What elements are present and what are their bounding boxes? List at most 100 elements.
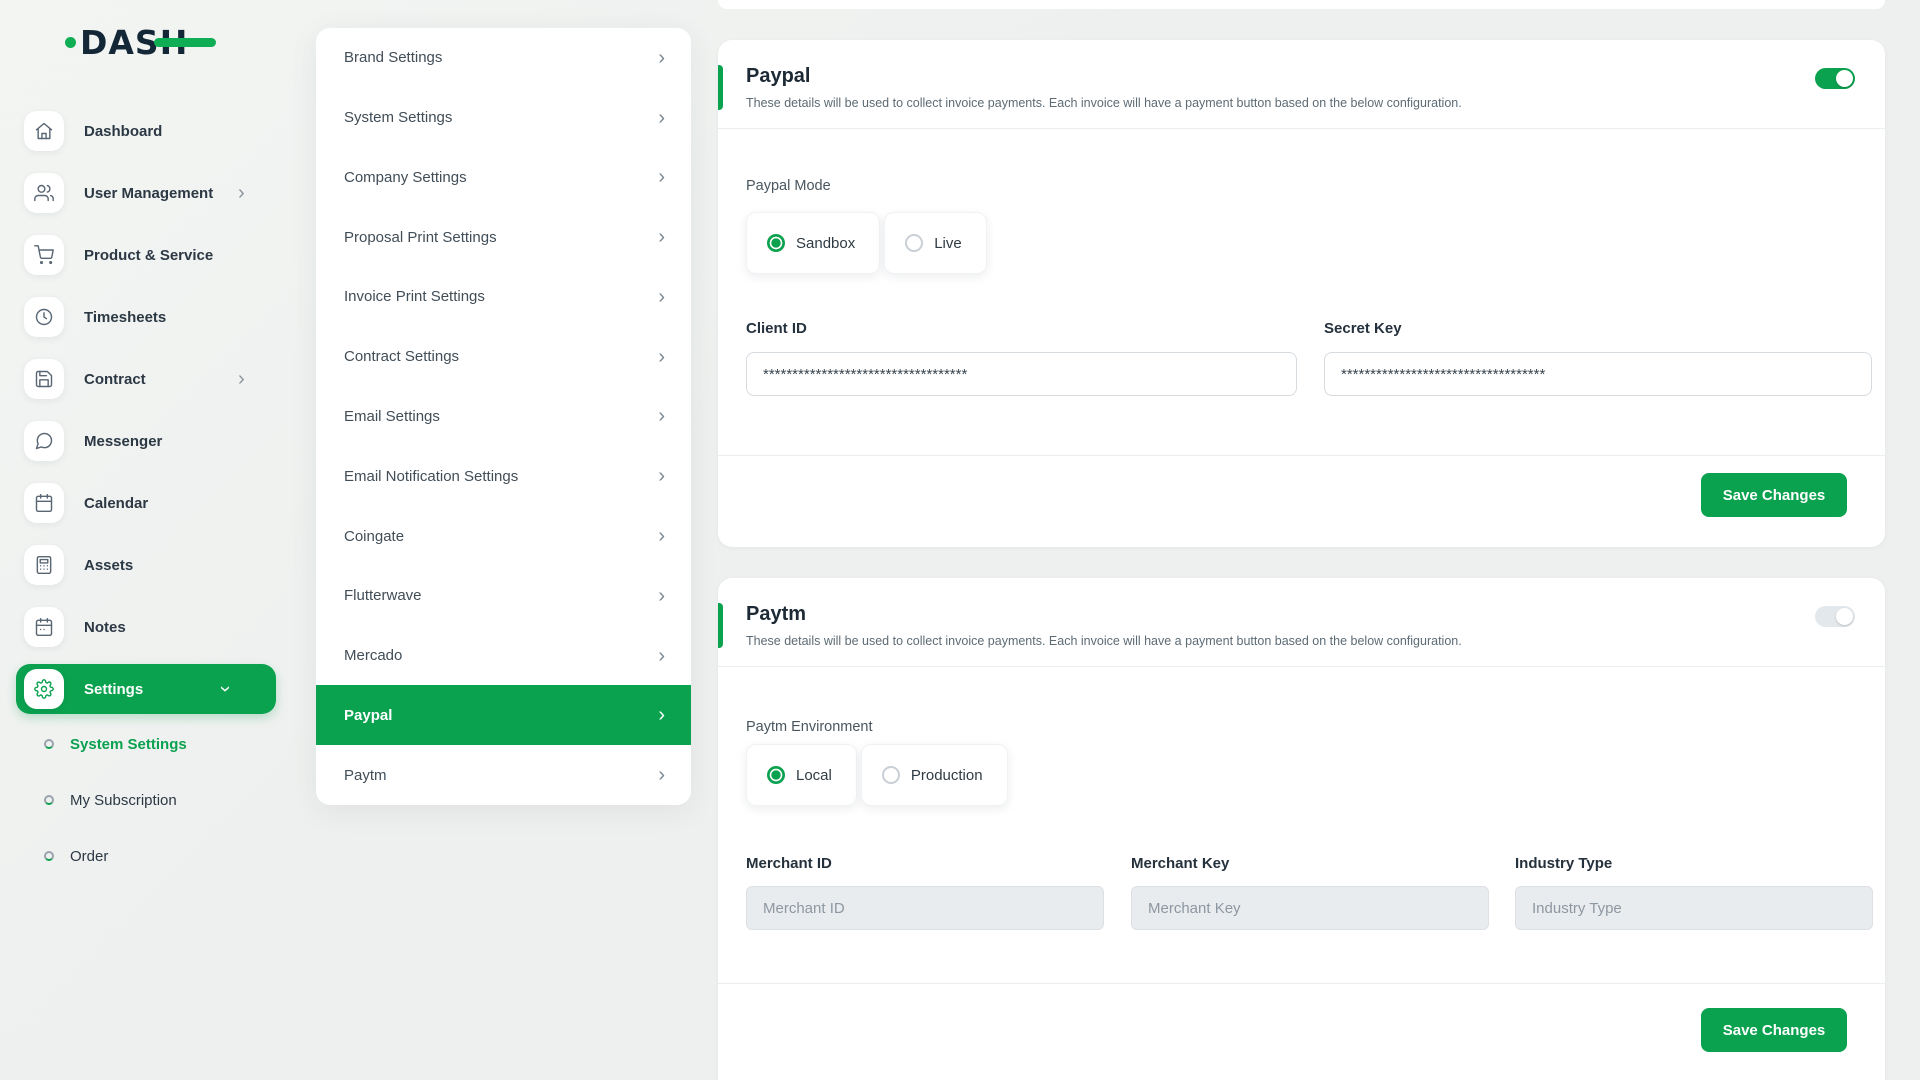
calculator-icon xyxy=(24,545,64,585)
submenu-item-order[interactable]: Order xyxy=(0,828,300,884)
settings-menu-item-mercado[interactable]: Mercado › xyxy=(316,626,691,686)
green-accent-bar xyxy=(718,603,723,648)
settings-menu-item-label: Coingate xyxy=(344,528,404,545)
submenu-item-my-subscription[interactable]: My Subscription xyxy=(0,772,300,828)
paypal-enabled-toggle[interactable] xyxy=(1815,68,1855,89)
chevron-down-icon: › xyxy=(215,686,235,693)
settings-menu-item-brand-settings[interactable]: Brand Settings› xyxy=(316,28,691,88)
settings-submenu: System SettingsMy Subscription Order xyxy=(0,716,300,884)
sidebar-item-label: User Management xyxy=(84,185,213,202)
radio-label: Production xyxy=(911,767,983,784)
sidebar-item-assets[interactable]: Assets xyxy=(0,534,300,596)
industry-type-input[interactable] xyxy=(1515,886,1873,930)
sidebar-item-notes[interactable]: Notes xyxy=(0,596,300,658)
radio-selected-icon xyxy=(767,234,785,252)
paytm-environment-label: Paytm Environment xyxy=(746,719,873,735)
sidebar-item-calendar[interactable]: Calendar xyxy=(0,472,300,534)
bullet-icon xyxy=(44,795,54,805)
submenu-item-label: Order xyxy=(70,848,108,865)
users-icon xyxy=(24,173,64,213)
sidebar-item-contract[interactable]: Contract› xyxy=(0,348,300,410)
paytm-save-button[interactable]: Save Changes xyxy=(1701,1008,1847,1052)
settings-menu-item-company-settings[interactable]: Company Settings› xyxy=(316,148,691,208)
chevron-right-icon: › xyxy=(658,347,665,367)
settings-menu-item-label: Proposal Print Settings xyxy=(344,229,497,246)
settings-menu-item-label: Email Settings xyxy=(344,408,440,425)
sidebar-item-product-service[interactable]: Product & Service xyxy=(0,224,300,286)
settings-menu-item-label: Flutterwave xyxy=(344,587,422,604)
logo-dot xyxy=(65,37,76,48)
paypal-mode-live[interactable]: Live xyxy=(884,212,987,274)
settings-menu-item-invoice-print-settings[interactable]: Invoice Print Settings › xyxy=(316,267,691,327)
divider xyxy=(718,128,1885,129)
toggle-knob xyxy=(1836,70,1853,87)
paypal-description: These details will be used to collect in… xyxy=(746,95,1462,111)
sidebar-item-label: Assets xyxy=(84,557,133,574)
sidebar-item-label: Timesheets xyxy=(84,309,166,326)
settings-menu-item-email-settings[interactable]: Email Settings › xyxy=(316,387,691,447)
paytm-description: These details will be used to collect in… xyxy=(746,633,1462,649)
merchant-id-input[interactable] xyxy=(746,886,1104,930)
merchant-key-label: Merchant Key xyxy=(1131,855,1229,872)
bullet-icon xyxy=(44,739,54,749)
sidebar-item-messenger[interactable]: Messenger xyxy=(0,410,300,472)
chevron-right-icon: › xyxy=(238,369,245,389)
secret-key-input[interactable] xyxy=(1324,352,1872,396)
dash-logo[interactable]: DASH xyxy=(80,22,188,62)
chevron-right-icon: › xyxy=(658,466,665,486)
radio-label: Live xyxy=(934,235,962,252)
sidebar-item-dashboard[interactable]: Dashboard xyxy=(0,100,300,162)
paytm-env-local[interactable]: Local xyxy=(746,744,857,806)
green-accent-bar xyxy=(718,65,723,110)
chevron-right-icon: › xyxy=(658,406,665,426)
settings-menu-item-paytm[interactable]: Paytm› xyxy=(316,745,691,805)
settings-menu-panel: Brand Settings›System Settings›Company S… xyxy=(316,28,691,805)
paytm-title: Paytm xyxy=(746,602,806,626)
settings-menu-item-email-notification-settings[interactable]: Email Notification Settings› xyxy=(316,446,691,506)
paytm-card: Paytm These details will be used to coll… xyxy=(718,578,1885,1080)
settings-menu-item-label: Invoice Print Settings xyxy=(344,288,485,305)
chevron-right-icon: › xyxy=(658,705,665,725)
radio-unselected-icon xyxy=(905,234,923,252)
settings-menu-item-label: Mercado xyxy=(344,647,402,664)
paytm-env-production[interactable]: Production xyxy=(861,744,1008,806)
sidebar-nav: DashboardUser Management›Product & Servi… xyxy=(0,100,300,720)
settings-menu-item-proposal-print-settings[interactable]: Proposal Print Settings› xyxy=(316,207,691,267)
sidebar-item-timesheets[interactable]: Timesheets xyxy=(0,286,300,348)
settings-menu-item-contract-settings[interactable]: Contract Settings › xyxy=(316,327,691,387)
settings-menu-item-label: Paypal xyxy=(344,707,392,724)
calendar-icon xyxy=(24,483,64,523)
chevron-right-icon: › xyxy=(658,586,665,606)
paypal-card: Paypal These details will be used to col… xyxy=(718,40,1885,547)
settings-menu-item-flutterwave[interactable]: Flutterwave › xyxy=(316,566,691,626)
settings-menu-item-system-settings[interactable]: System Settings› xyxy=(316,88,691,148)
sidebar-item-user-management[interactable]: User Management› xyxy=(0,162,300,224)
divider xyxy=(718,983,1885,984)
paytm-environment-radio-group: Local Production xyxy=(746,744,1008,806)
clock-icon xyxy=(24,297,64,337)
client-id-input[interactable] xyxy=(746,352,1297,396)
chevron-right-icon: › xyxy=(658,167,665,187)
sidebar-item-settings[interactable]: Settings› xyxy=(16,664,276,714)
settings-menu-item-coingate[interactable]: Coingate› xyxy=(316,506,691,566)
secret-key-label: Secret Key xyxy=(1324,320,1402,337)
client-id-label: Client ID xyxy=(746,320,807,337)
merchant-key-input[interactable] xyxy=(1131,886,1489,930)
paypal-mode-radio-group: Sandbox Live xyxy=(746,212,987,274)
paytm-enabled-toggle[interactable] xyxy=(1815,606,1855,627)
chevron-right-icon: › xyxy=(658,646,665,666)
radio-label: Sandbox xyxy=(796,235,855,252)
chevron-right-icon: › xyxy=(658,765,665,785)
settings-menu-item-label: Contract Settings xyxy=(344,348,459,365)
submenu-item-system-settings[interactable]: System Settings xyxy=(0,716,300,772)
chevron-right-icon: › xyxy=(658,287,665,307)
notes-icon xyxy=(24,607,64,647)
bullet-icon xyxy=(44,851,54,861)
settings-menu-item-label: System Settings xyxy=(344,109,452,126)
paypal-mode-sandbox[interactable]: Sandbox xyxy=(746,212,880,274)
radio-unselected-icon xyxy=(882,766,900,784)
sidebar-item-label: Notes xyxy=(84,619,126,636)
save-icon xyxy=(24,359,64,399)
settings-menu-item-paypal[interactable]: Paypal › xyxy=(316,685,691,745)
paypal-save-button[interactable]: Save Changes xyxy=(1701,473,1847,517)
